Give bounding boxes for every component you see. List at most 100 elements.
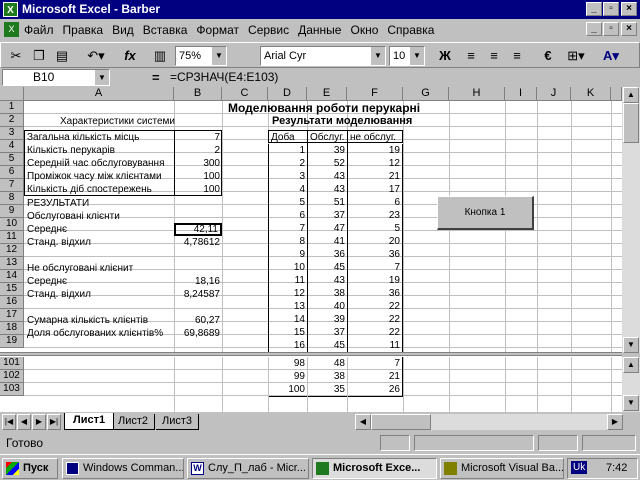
task-excel[interactable]: Microsoft Exce...	[312, 458, 437, 479]
excel-icon[interactable]: X	[3, 2, 18, 17]
param-value[interactable]: 100	[174, 183, 222, 196]
table-cell[interactable]: 19	[347, 274, 403, 287]
results-label[interactable]: РЕЗУЛЬТАТИ	[25, 197, 91, 210]
function-wizard-button[interactable]: fx	[119, 45, 141, 67]
table-cell[interactable]: 36	[347, 287, 403, 300]
macro-button-1[interactable]: Кнопка 1	[437, 196, 534, 230]
vertical-scrollbar-bottom[interactable]: ▲ ▼	[622, 357, 640, 412]
row-header[interactable]: 7	[0, 179, 24, 192]
table-cell[interactable]: 39	[307, 313, 347, 326]
table-cell[interactable]: 21	[347, 170, 403, 183]
table-cell[interactable]: 7	[347, 357, 403, 370]
tab-sheet3[interactable]: Лист3	[156, 414, 200, 430]
table-cell[interactable]: 6	[347, 196, 403, 209]
menu-view[interactable]: Вид	[112, 23, 134, 37]
menu-format[interactable]: Формат	[196, 23, 239, 37]
table-cell[interactable]: 36	[347, 248, 403, 261]
last-sheet-arrow-icon[interactable]: ▶|	[47, 414, 61, 430]
column-header[interactable]: G	[403, 87, 449, 101]
row-header[interactable]: 17	[0, 309, 24, 322]
table-header-day[interactable]: Доба	[269, 131, 297, 144]
table-cell[interactable]: 19	[347, 144, 403, 157]
total-value[interactable]: 60,27	[174, 314, 222, 327]
row-header[interactable]: 8	[0, 192, 24, 205]
chart-wizard-icon[interactable]: ▥	[149, 45, 171, 67]
table-cell[interactable]: 26	[347, 383, 403, 397]
row-header[interactable]: 12	[0, 244, 24, 257]
row-header[interactable]: 6	[0, 166, 24, 179]
table-cell[interactable]: 45	[307, 339, 347, 352]
table-cell[interactable]: 3	[268, 170, 307, 183]
font-size-select[interactable]: 10 ▼	[389, 46, 425, 66]
table-cell[interactable]: 2	[268, 157, 307, 170]
ns-std-label[interactable]: Станд. відхил	[25, 288, 93, 301]
next-sheet-arrow-icon[interactable]: ▶	[32, 414, 46, 430]
scroll-left-arrow-icon[interactable]: ◀	[355, 414, 371, 430]
table-cell[interactable]: 7	[347, 261, 403, 274]
share-value[interactable]: 69,8689	[174, 327, 222, 340]
table-cell[interactable]: 22	[347, 300, 403, 313]
table-cell[interactable]: 37	[307, 209, 347, 222]
table-cell[interactable]: 43	[307, 170, 347, 183]
scroll-up-arrow-icon[interactable]: ▲	[623, 357, 639, 373]
table-cell[interactable]: 36	[307, 248, 347, 261]
zoom-select[interactable]: 75% ▼	[175, 46, 227, 66]
total-label[interactable]: Сумарна кількість клієнтів	[25, 314, 150, 327]
chevron-down-icon[interactable]: ▼	[410, 47, 424, 65]
menu-file[interactable]: Файл	[24, 23, 54, 37]
chevron-down-icon[interactable]: ▼	[95, 70, 109, 85]
param-value[interactable]: 2	[174, 144, 222, 157]
param-value[interactable]: 100	[174, 170, 222, 183]
row-header[interactable]: 15	[0, 283, 24, 296]
table-cell[interactable]: 37	[307, 326, 347, 339]
served-label[interactable]: Обслуговані клієнти	[25, 210, 122, 223]
param-label[interactable]: Кількість діб спостережень	[25, 183, 154, 196]
prev-sheet-arrow-icon[interactable]: ◀	[17, 414, 31, 430]
font-name-select[interactable]: Arial Cyr ▼	[260, 46, 386, 66]
param-label[interactable]: Середній час обслуговування	[25, 157, 167, 170]
row-header[interactable]: 13	[0, 257, 24, 270]
task-word-document[interactable]: W Слу_П_лаб - Micr...	[187, 458, 309, 479]
tab-sheet2[interactable]: Лист2	[112, 414, 156, 430]
table-cell[interactable]: 5	[347, 222, 403, 235]
split-bar[interactable]	[0, 352, 622, 356]
undo-icon[interactable]: ↶▾	[81, 45, 111, 67]
not-served-label[interactable]: Не обслуговані клієнит	[25, 262, 135, 275]
table-cell[interactable]: 13	[268, 300, 307, 313]
table-cell[interactable]: 14	[268, 313, 307, 326]
row-header[interactable]: 14	[0, 270, 24, 283]
table-cell[interactable]: 35	[307, 383, 347, 397]
close-button[interactable]: ×	[621, 2, 637, 16]
row-header[interactable]: 3	[0, 127, 24, 140]
column-header[interactable]: B	[174, 87, 222, 101]
chevron-down-icon[interactable]: ▼	[212, 47, 226, 65]
column-header[interactable]: E	[307, 87, 347, 101]
table-cell[interactable]: 22	[347, 313, 403, 326]
row-header[interactable]: 102	[0, 370, 24, 383]
row-header[interactable]: 19	[0, 335, 24, 348]
column-header[interactable]: H	[449, 87, 505, 101]
table-cell[interactable]: 9	[268, 248, 307, 261]
param-value[interactable]: 7	[174, 131, 222, 144]
align-right-icon[interactable]: ≡	[506, 45, 528, 67]
table-cell[interactable]: 45	[307, 261, 347, 274]
minimize-button[interactable]: _	[586, 2, 602, 16]
column-header[interactable]: C	[222, 87, 268, 101]
param-label[interactable]: Кількість перукарів	[25, 144, 117, 157]
sheet-title[interactable]: Моделювання роботи перукарні	[226, 101, 422, 115]
menu-tools[interactable]: Сервис	[248, 23, 289, 37]
table-cell[interactable]: 43	[307, 183, 347, 196]
menu-help[interactable]: Справка	[387, 23, 434, 37]
left-section-header[interactable]: Характеристики системи	[58, 115, 177, 128]
table-cell[interactable]: 10	[268, 261, 307, 274]
table-cell[interactable]: 11	[268, 274, 307, 287]
currency-icon[interactable]: €	[537, 45, 559, 67]
table-header-not-served[interactable]: не обслуг.	[347, 131, 398, 144]
task-visual-basic[interactable]: Microsoft Visual Ba...	[440, 458, 564, 479]
align-left-icon[interactable]: ≡	[460, 45, 482, 67]
menu-insert[interactable]: Вставка	[143, 23, 188, 37]
h-scroll-thumb[interactable]	[371, 414, 431, 430]
table-cell[interactable]: 22	[347, 326, 403, 339]
table-cell[interactable]: 48	[307, 357, 347, 370]
table-cell[interactable]: 52	[307, 157, 347, 170]
